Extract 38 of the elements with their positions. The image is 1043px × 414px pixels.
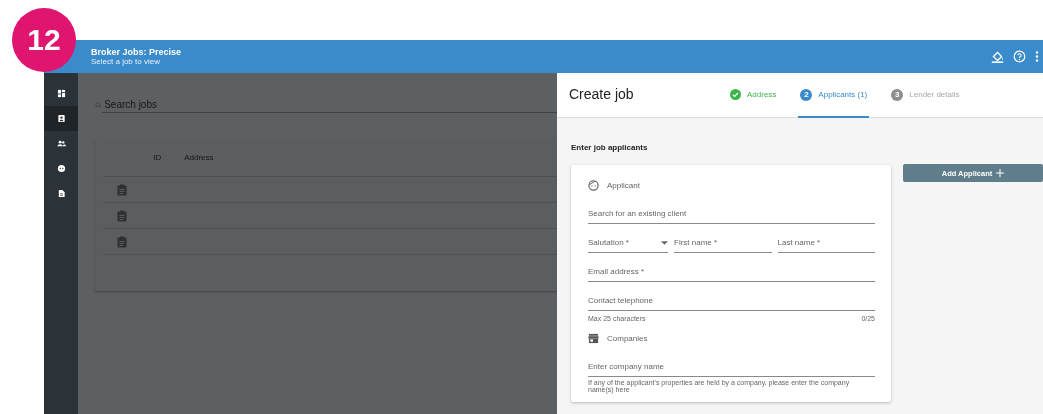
section-heading: Companies: [607, 333, 648, 343]
column-header: Address: [184, 153, 214, 162]
caret-icon: [661, 240, 668, 245]
email-field[interactable]: Email address *: [588, 265, 875, 282]
column-header: ID: [153, 153, 163, 162]
client-search-field[interactable]: Search for an existing client: [588, 207, 875, 224]
name-field[interactable]: First name *: [674, 236, 772, 253]
drawer-title: Create job: [569, 86, 635, 104]
salutation-dropdown[interactable]: Salutation *: [588, 236, 668, 253]
stepper-tab[interactable]: Address: [728, 73, 779, 118]
paint-bucket-icon[interactable]: [991, 50, 1004, 63]
face-icon: [56, 164, 66, 173]
company-name-field[interactable]: Enter company name: [588, 360, 875, 377]
app-title: Broker Jobs: Precise: [91, 47, 182, 57]
clipboard-icon[interactable]: [117, 235, 128, 248]
telephone-field[interactable]: Contact telephone: [588, 294, 875, 311]
dashboard-icon: [56, 89, 66, 98]
store-icon: [588, 332, 599, 344]
step-number: 3: [891, 88, 904, 101]
check-circle-icon: [730, 89, 741, 100]
name-field[interactable]: Last name *: [777, 236, 875, 253]
step-number: 2: [800, 88, 813, 101]
more-menu-icon[interactable]: [1035, 50, 1039, 63]
plus-icon: [996, 169, 1005, 177]
document-icon: [56, 189, 66, 198]
people-icon: [56, 139, 66, 148]
search-icon: [95, 101, 103, 109]
section-title: Enter job applicants: [571, 143, 649, 152]
app-subtitle: Select a job to view: [91, 57, 161, 66]
clipboard-icon[interactable]: [117, 183, 128, 196]
step-number-badge: 12: [12, 8, 76, 72]
sidebar-item[interactable]: [44, 106, 79, 131]
help-icon[interactable]: [1013, 50, 1026, 63]
section-heading: Applicant: [607, 180, 640, 190]
contact-card-icon: [56, 114, 66, 123]
stepper-tab[interactable]: 2 Applicants (1): [798, 73, 870, 118]
clipboard-icon[interactable]: [117, 209, 128, 222]
face-icon: [588, 179, 599, 191]
